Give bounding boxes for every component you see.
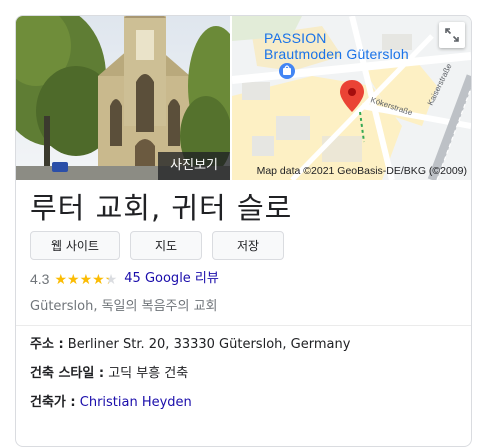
expand-icon	[445, 28, 459, 42]
architect-label: 건축가 :	[30, 395, 76, 410]
media-strip: 사진보기 Kökerstraße Kaiserstraße PASSION Br…	[16, 16, 471, 180]
architectural-style-label: 건축 스타일 :	[30, 366, 105, 381]
knowledge-panel: 사진보기 Kökerstraße Kaiserstraße PASSION Br…	[15, 15, 472, 447]
star-icon: ★	[54, 271, 68, 287]
save-button[interactable]: 저장	[212, 231, 284, 260]
rating-value: 4.3	[30, 271, 50, 287]
star-icon: ★	[92, 271, 105, 287]
place-category: Gütersloh, 독일의 복음주의 교회	[30, 299, 218, 314]
map-business-name-line1: PASSION	[264, 30, 327, 46]
architect-row: 건축가 : Christian Heyden	[30, 394, 192, 412]
map-business-name-line2: Brautmoden Gütersloh	[264, 46, 409, 62]
directions-button[interactable]: 지도	[130, 231, 202, 260]
map-attribution: Map data ©2021 GeoBasis-DE/BKG (©2009)	[256, 165, 467, 177]
address-label: 주소 :	[30, 337, 64, 352]
place-title: 루터 교회, 귀터 슬로	[30, 191, 293, 225]
view-photos-badge[interactable]: 사진보기	[158, 152, 230, 180]
star-icon: ★	[79, 271, 93, 287]
divider	[16, 325, 471, 326]
action-buttons: 웹 사이트 지도 저장	[30, 231, 284, 260]
architect-link[interactable]: Christian Heyden	[80, 395, 192, 410]
website-button[interactable]: 웹 사이트	[30, 231, 120, 260]
church-photo[interactable]: 사진보기	[16, 16, 230, 180]
reviews-link[interactable]: 45 Google 리뷰	[124, 270, 219, 288]
architectural-style-row: 건축 스타일 : 고딕 부흥 건축	[30, 365, 188, 383]
address-row: 주소 : Berliner Str. 20, 33330 Gütersloh, …	[30, 336, 350, 354]
location-map[interactable]: Kökerstraße Kaiserstraße PASSION Brautmo…	[232, 16, 471, 180]
architectural-style-value: 고딕 부흥 건축	[108, 366, 189, 381]
map-business-label[interactable]: PASSION Brautmoden Gütersloh	[264, 30, 409, 62]
expand-map-button[interactable]	[439, 22, 465, 48]
rating-row: 4.3 ★ ★ ★ ★ ★ 45 Google 리뷰	[30, 270, 219, 288]
address-value: Berliner Str. 20, 33330 Gütersloh, Germa…	[67, 337, 351, 352]
half-star-icon: ★	[104, 271, 118, 287]
star-icon: ★	[67, 271, 80, 287]
star-rating: ★ ★ ★ ★ ★	[54, 272, 117, 286]
